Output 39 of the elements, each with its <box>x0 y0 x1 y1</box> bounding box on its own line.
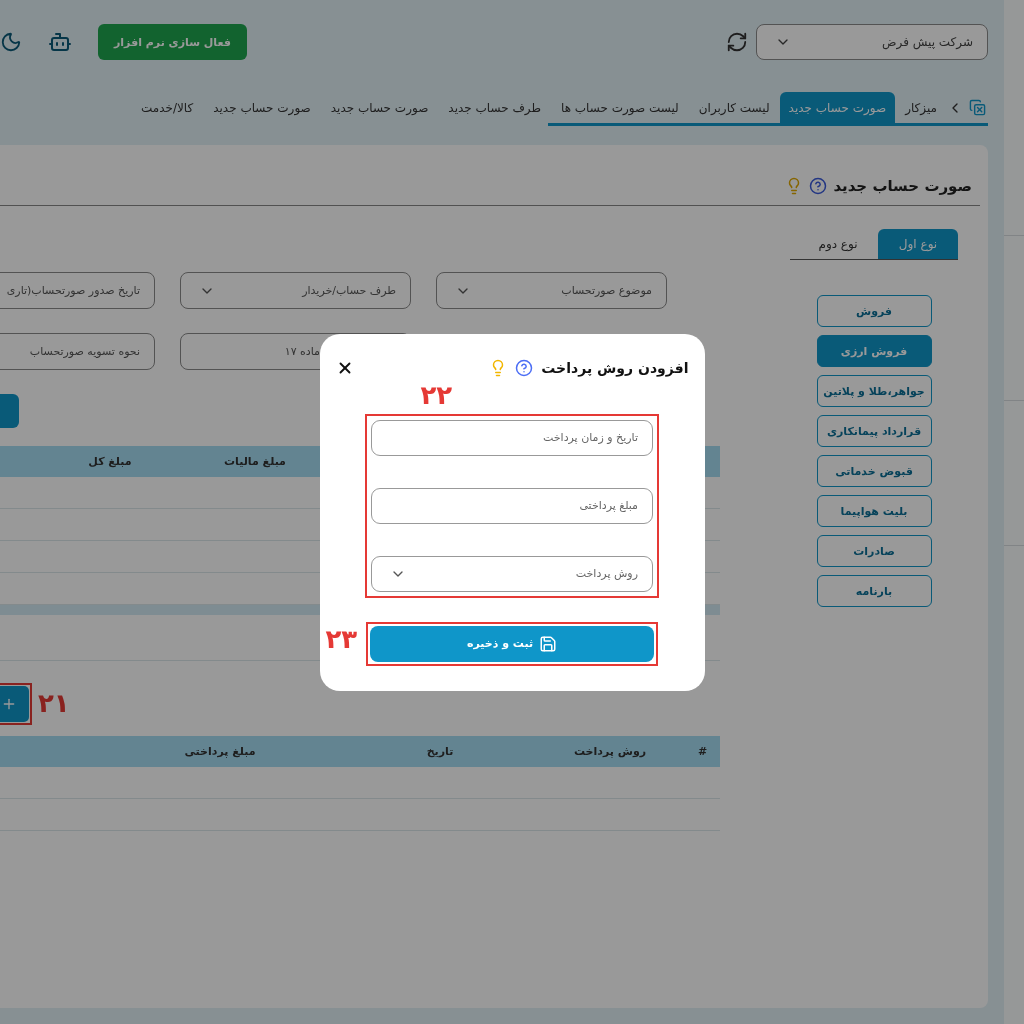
dialog-title: افزودن روش پرداخت <box>541 359 689 376</box>
column-header: # <box>696 745 709 758</box>
input-field[interactable]: تاریخ صدور صورتحساب(تاری <box>0 272 155 309</box>
category-button[interactable]: صادرات <box>816 535 932 567</box>
category-button[interactable]: فروش ارزی <box>816 335 932 367</box>
annotation-number: ۲۱ <box>38 690 70 716</box>
tab[interactable]: صورت حساب جدید <box>779 92 896 123</box>
input-field[interactable]: تاریخ و زمان پرداخت <box>371 419 653 456</box>
annotation-number: ۲۲ <box>420 381 453 408</box>
column-header: تاریخ <box>425 745 455 758</box>
type-tab[interactable]: نوع دوم <box>798 229 878 259</box>
category-button[interactable]: جواهر،طلا و پلاتین <box>816 375 932 407</box>
tab[interactable]: لیست صورت حساب ها <box>551 92 689 123</box>
activate-button[interactable]: فعال سازی نرم افزار <box>98 24 247 60</box>
tab[interactable]: لیست کاربران <box>688 92 780 123</box>
save-button[interactable]: ثبت و ذخیره <box>370 625 654 662</box>
annotation-number: ۲۳ <box>325 625 358 652</box>
column-header: مبلغ مالیات <box>223 455 287 468</box>
category-button[interactable]: فروش <box>816 295 932 327</box>
tab[interactable]: صورت حساب جدید <box>320 92 439 123</box>
column-header: روش پرداخت <box>572 745 648 758</box>
tab[interactable]: طرف حساب جدید <box>438 92 551 123</box>
column-header: مبلغ کل <box>87 455 133 468</box>
select-field[interactable]: موضوع صورتحساب <box>436 272 667 309</box>
category-button[interactable]: بارنامه <box>816 575 932 607</box>
category-button[interactable]: قرارداد پیمانکاری <box>816 415 932 447</box>
tab[interactable]: صورت حساب جدید <box>203 92 321 123</box>
select-field[interactable]: طرف حساب/خریدار <box>180 272 411 309</box>
category-button[interactable]: بلیت هواپیما <box>816 495 932 527</box>
category-button[interactable]: قبوض خدماتی <box>816 455 932 487</box>
page-title: صورت حساب جدید <box>833 177 972 195</box>
input-field[interactable]: نحوه تسویه صورتحساب <box>0 333 155 370</box>
input-field[interactable]: مبلغ پرداختی <box>371 487 653 524</box>
company-select[interactable]: شرکت پیش فرض <box>756 24 988 60</box>
tab[interactable]: کالا/خدمت <box>131 92 204 123</box>
select-field[interactable]: روش پرداخت <box>371 555 653 592</box>
column-header: مبلغ پرداختی <box>183 745 257 758</box>
type-tab[interactable]: نوع اول <box>878 229 958 259</box>
tab[interactable]: میزکار <box>895 92 947 123</box>
